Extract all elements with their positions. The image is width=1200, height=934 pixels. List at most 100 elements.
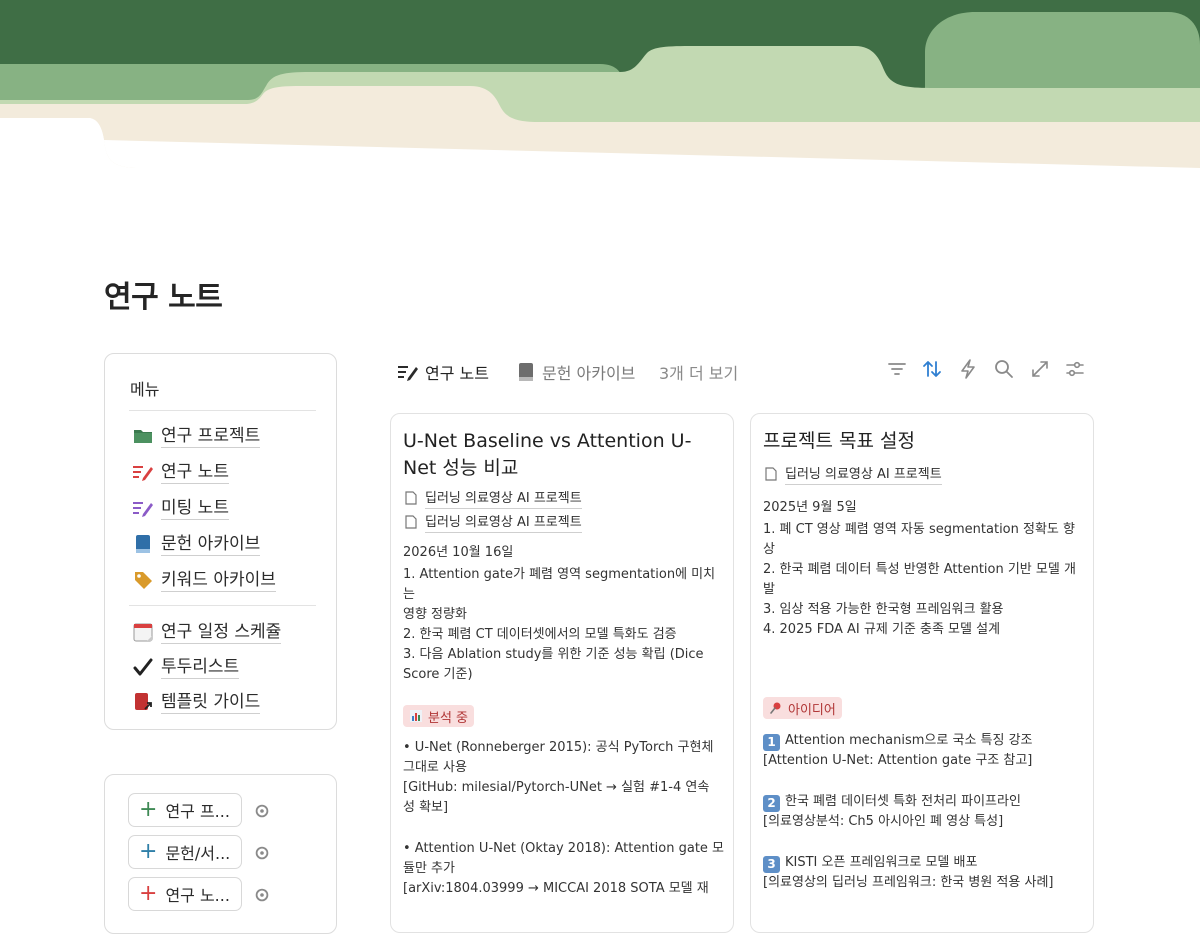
- relation-label: 딥러닝 의료영상 AI 프로젝트: [425, 490, 582, 509]
- menu-item-literature-archive[interactable]: 문헌 아카이브: [132, 531, 261, 557]
- note-card[interactable]: 프로젝트 목표 설정 딥러닝 의료영상 AI 프로젝트 2025년 9월 5일 …: [750, 413, 1094, 933]
- goal-line: 2. 한국 폐렴 CT 데이터셋에서의 모델 특화도 검증: [403, 627, 677, 642]
- menu-item-label: 연구 프로젝트: [161, 425, 261, 448]
- note-line: [arXiv:1804.03999 → MICCAI 2018 SOTA 모델 …: [403, 881, 709, 896]
- keycap-number: 3: [763, 856, 780, 873]
- goal-line: 4. 2025 FDA AI 규제 기준 충족 모델 설계: [763, 622, 1001, 637]
- page-icon: [405, 490, 417, 509]
- card-date: 2025년 9월 5일: [763, 500, 857, 515]
- menu-divider: [129, 410, 316, 411]
- new-literature-button[interactable]: + 문헌/서...: [128, 835, 242, 869]
- new-research-project-button[interactable]: + 연구 프...: [128, 793, 242, 827]
- folder-icon: [132, 425, 154, 447]
- gear-icon[interactable]: [253, 802, 271, 820]
- card-ideas: 1 Attention mechanism으로 국소 특징 강조 [Attenti…: [763, 731, 1085, 893]
- menu-item-keyword-archive[interactable]: 키워드 아카이브: [132, 567, 276, 593]
- menu-item-label: 키워드 아카이브: [161, 569, 276, 592]
- page-icon: [405, 514, 417, 533]
- menu-item-label: 템플릿 가이드: [161, 691, 261, 714]
- more-views-button[interactable]: 3개 더 보기: [659, 360, 738, 384]
- book-icon: [132, 533, 154, 555]
- note-line: 성 확보]: [403, 800, 449, 815]
- card-notes: • U-Net (Ronneberger 2015): 공식 PyTorch 구…: [403, 738, 725, 899]
- goal-line: 1. 폐 CT 영상 폐렴 영역 자동 segmentation 정확도 향상: [763, 522, 1075, 557]
- checkmark-icon: [132, 656, 154, 678]
- cover-banner: [0, 0, 1200, 172]
- keycap-number: 2: [763, 795, 780, 812]
- note-card[interactable]: U-Net Baseline vs Attention U-Net 성능 비교 …: [390, 413, 734, 933]
- note-line: • U-Net (Ronneberger 2015): 공식 PyTorch 구…: [403, 740, 714, 755]
- gear-icon[interactable]: [253, 886, 271, 904]
- menu-item-label: 연구 노트: [161, 461, 229, 484]
- card-goals: 1. 폐 CT 영상 폐렴 영역 자동 segmentation 정확도 향상 …: [763, 520, 1085, 640]
- goal-line: Score 기준): [403, 667, 473, 682]
- calendar-icon: [132, 621, 154, 643]
- menu-item-label: 미팅 노트: [161, 497, 229, 520]
- project-relation[interactable]: 딥러닝 의료영상 AI 프로젝트: [405, 514, 582, 533]
- new-research-note-button[interactable]: + 연구 노...: [128, 877, 242, 911]
- idea-ref: [의료영상의 딥러닝 프레임워크: 한국 병원 적용 사례]: [763, 875, 1054, 890]
- tab-label: 연구 노트: [425, 364, 489, 383]
- pushpin-icon: [769, 701, 783, 715]
- settings-icon[interactable]: [1064, 358, 1086, 380]
- idea-line: 2 한국 폐렴 데이터셋 특화 전처리 파이프라인: [763, 792, 1085, 812]
- search-icon[interactable]: [993, 358, 1015, 380]
- plus-icon: +: [139, 797, 158, 822]
- idea-line: 1 Attention mechanism으로 국소 특징 강조: [763, 731, 1085, 751]
- automation-icon[interactable]: [957, 358, 979, 380]
- card-date: 2026년 10월 16일: [403, 545, 514, 560]
- menu-item-research-projects[interactable]: 연구 프로젝트: [132, 423, 261, 449]
- menu-panel: 메뉴 연구 프로젝트 연구 노트 미팅 노트 문헌 아카이브 키워드 아카이브: [104, 353, 337, 730]
- card-title: 프로젝트 목표 설정: [763, 430, 915, 452]
- shortcut-label: 연구 노...: [165, 886, 230, 905]
- idea-line: 3 KISTI 오픈 프레임워크로 모델 배포: [763, 853, 1085, 873]
- card-title: U-Net Baseline vs Attention U-Net 성능 비교: [403, 430, 692, 479]
- relation-label: 딥러닝 의료영상 AI 프로젝트: [425, 514, 582, 533]
- bar-chart-icon: [409, 709, 423, 723]
- page-title: 연구 노트: [104, 280, 223, 315]
- note-line: 듈만 추가: [403, 861, 455, 876]
- note-line: 그대로 사용: [403, 760, 467, 775]
- status-tag-label: 분석 중: [428, 710, 469, 726]
- project-relation[interactable]: 딥러닝 의료영상 AI 프로젝트: [405, 490, 582, 509]
- goal-line: 1. Attention gate가 폐렴 영역 segmentation에 미…: [403, 567, 716, 602]
- menu-item-label: 문헌 아카이브: [161, 533, 261, 556]
- expand-icon[interactable]: [1029, 358, 1051, 380]
- note-line: • Attention U-Net (Oktay 2018): Attentio…: [403, 841, 725, 856]
- project-relation[interactable]: 딥러닝 의료영상 AI 프로젝트: [765, 466, 942, 485]
- menu-divider: [129, 605, 316, 606]
- filter-icon[interactable]: [886, 358, 908, 380]
- pen-icon: [132, 497, 154, 519]
- status-tag: 아이디어: [763, 697, 842, 719]
- idea-ref: [Attention U-Net: Attention gate 구조 참고]: [763, 753, 1033, 768]
- note-line: [403, 818, 725, 839]
- sort-icon[interactable]: [921, 358, 943, 380]
- plus-icon: +: [139, 881, 158, 906]
- status-tag: 분석 중: [403, 705, 475, 727]
- plus-icon: +: [139, 839, 158, 864]
- menu-item-todo-list[interactable]: 투두리스트: [132, 654, 240, 680]
- book-icon: [517, 362, 535, 382]
- pen-icon: [132, 461, 154, 483]
- card-goals: 1. Attention gate가 폐렴 영역 segmentation에 미…: [403, 565, 725, 685]
- tab-literature-archive[interactable]: 문헌 아카이브: [517, 360, 635, 384]
- shortcut-label: 문헌/서...: [165, 844, 231, 863]
- menu-item-template-guide[interactable]: 템플릿 가이드: [132, 689, 261, 715]
- menu-item-research-schedule[interactable]: 연구 일정 스케쥴: [132, 619, 282, 645]
- note-line: [GitHub: milesial/Pytorch-UNet → 실험 #1-4…: [403, 780, 710, 795]
- menu-item-label: 투두리스트: [161, 656, 240, 679]
- goal-line: 3. 임상 적용 가능한 한국형 프레임워크 활용: [763, 602, 1004, 617]
- menu-item-research-notes[interactable]: 연구 노트: [132, 459, 229, 485]
- menu-item-meeting-notes[interactable]: 미팅 노트: [132, 495, 229, 521]
- shortcut-label: 연구 프...: [165, 802, 230, 821]
- pen-icon: [397, 363, 419, 381]
- menu-title: 메뉴: [130, 380, 160, 399]
- gear-icon[interactable]: [253, 844, 271, 862]
- quick-add-panel: + 연구 프... + 문헌/서... + 연구 노...: [104, 774, 337, 934]
- goal-line: 2. 한국 폐렴 데이터 특성 반영한 Attention 기반 모델 개발: [763, 562, 1076, 597]
- book-arrow-icon: [132, 691, 154, 713]
- tag-icon: [132, 569, 154, 591]
- more-views-label: 3개 더 보기: [659, 364, 739, 383]
- tab-research-notes[interactable]: 연구 노트: [397, 360, 489, 384]
- goal-line: 3. 다음 Ablation study를 위한 기준 성능 확립 (Dice: [403, 647, 704, 662]
